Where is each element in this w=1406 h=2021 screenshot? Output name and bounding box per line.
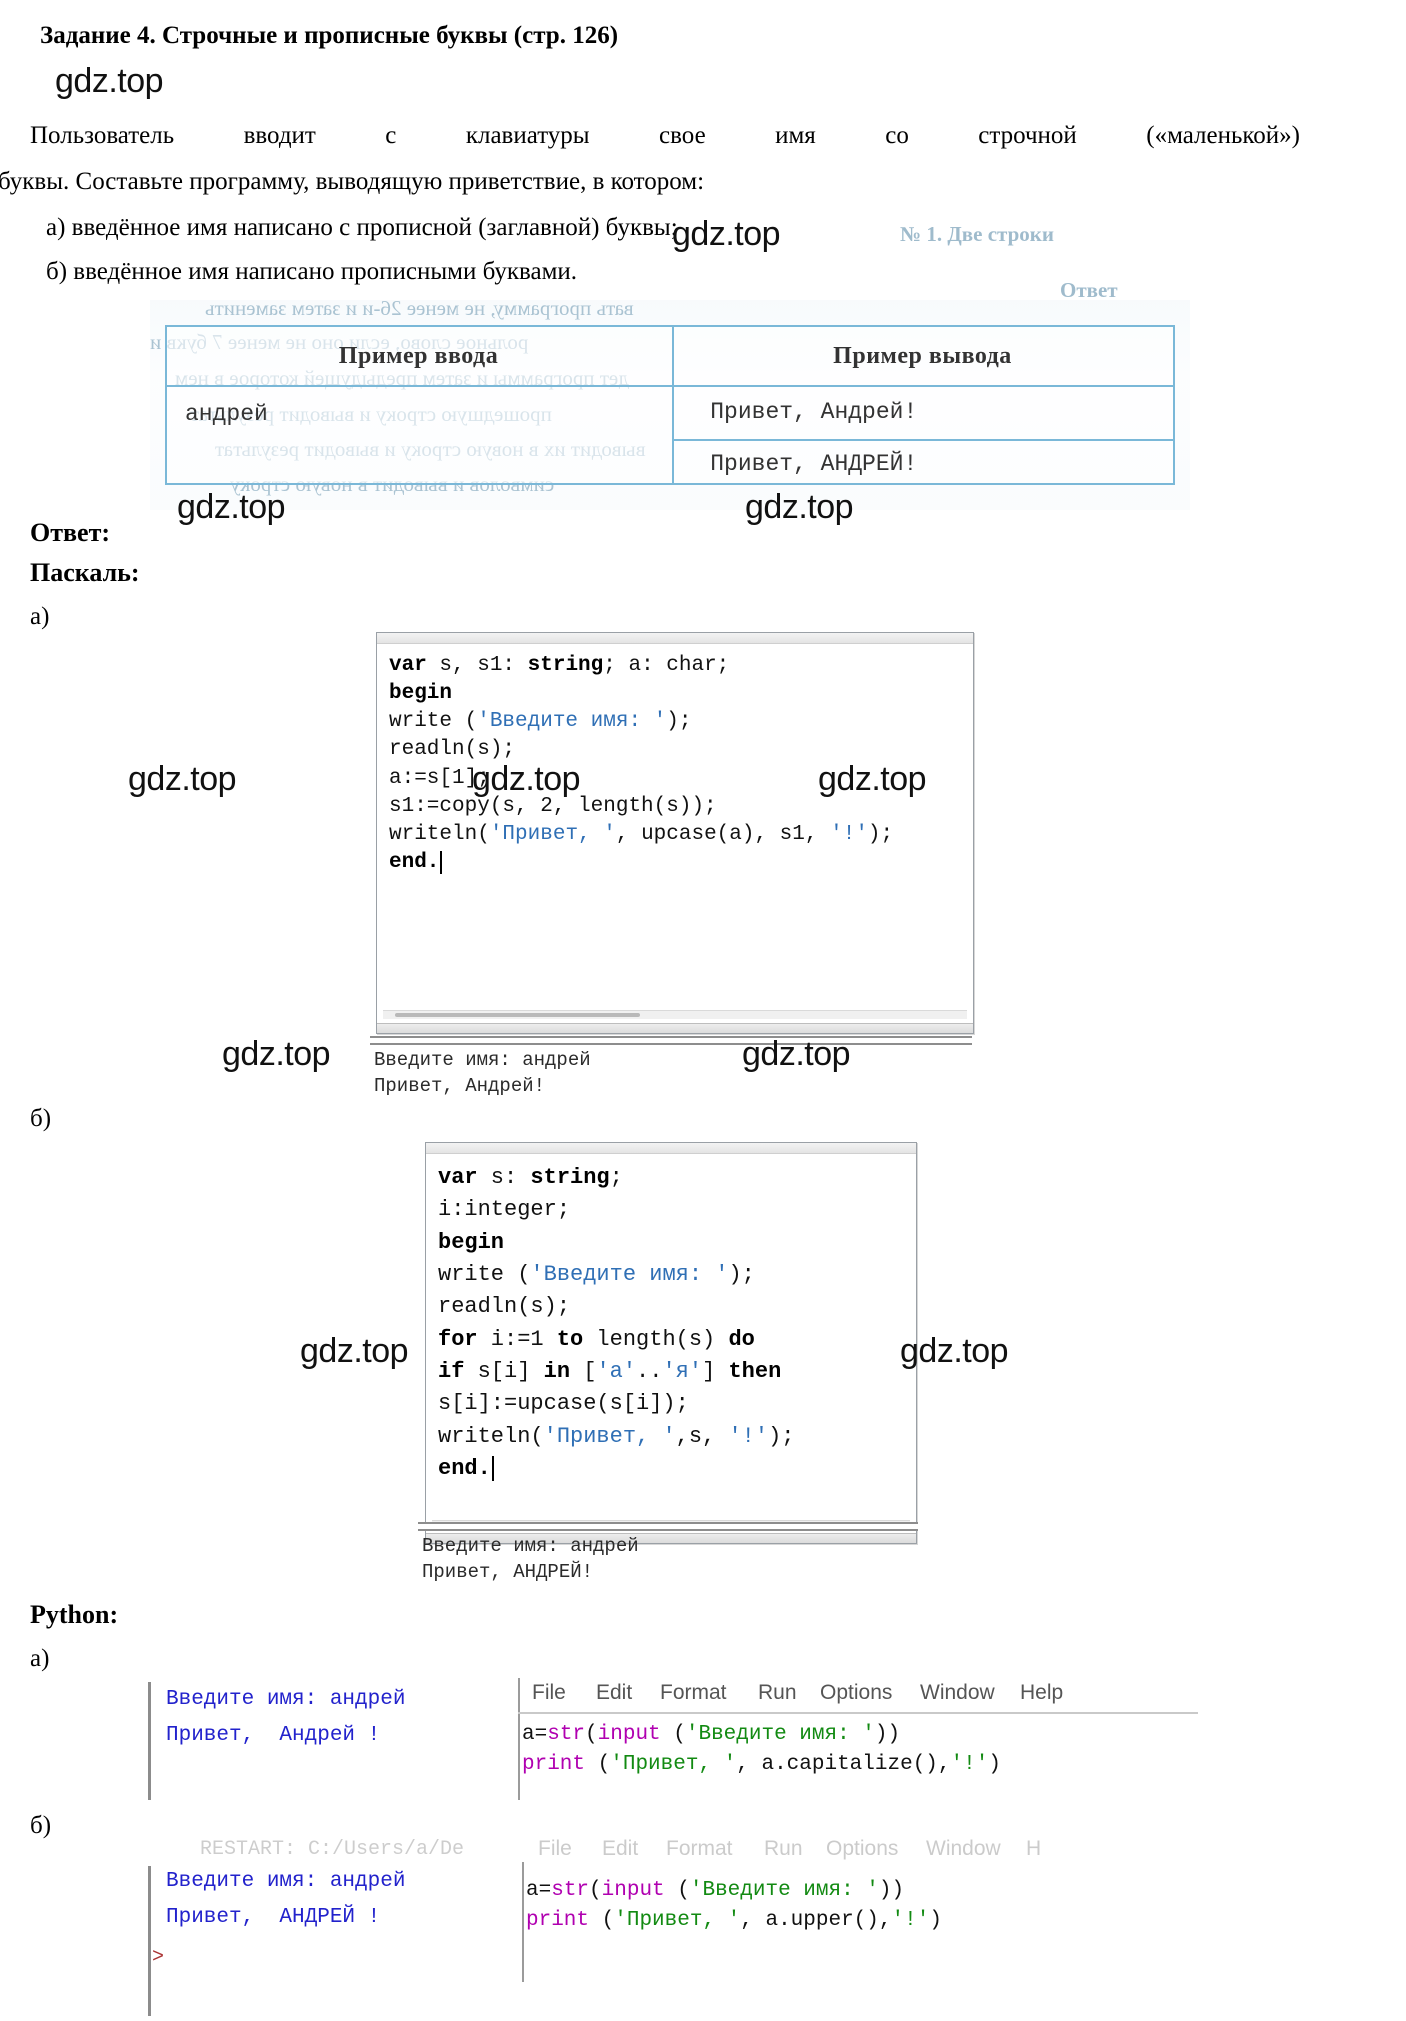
watermark-gdz-top: gdz.top: [222, 1035, 331, 1073]
table-cell-output-1: Привет, Андрей!: [710, 399, 918, 425]
pascal-b-editor-window[interactable]: var s: string; i:integer; begin write ('…: [425, 1142, 917, 1544]
python-label: Python:: [30, 1600, 119, 1629]
python-b-ghost-restart: RESTART: C:/Users/a/De: [200, 1838, 465, 1861]
menu-item-window[interactable]: Window: [920, 1681, 995, 1705]
pascal-label: Паскаль:: [30, 558, 140, 587]
worksheet-page: Задание 4. Строчные и прописные буквы (с…: [0, 0, 1406, 2021]
editor-left-border: [522, 1862, 524, 1982]
python-a-shell-line-2: Привет, Андрей !: [166, 1724, 381, 1747]
python-b-editor[interactable]: a=str(input ('Введите имя: ')) print ('П…: [522, 1862, 1202, 1982]
ghost-heading: Ответ: [1060, 278, 1118, 302]
table-output-row-divider: [672, 439, 1173, 441]
pascal-b-code[interactable]: var s: string; i:integer; begin write ('…: [426, 1154, 916, 1485]
watermark-gdz-top: gdz.top: [128, 760, 237, 798]
table-header-input: Пример ввода: [338, 343, 499, 369]
menu-item-format[interactable]: Format: [660, 1681, 727, 1705]
scrollbar-thumb[interactable]: [395, 1013, 641, 1017]
menu-item-run[interactable]: Run: [764, 1837, 803, 1861]
python-b-code[interactable]: a=str(input ('Введите имя: ')) print ('П…: [526, 1876, 942, 1937]
menu-item-edit[interactable]: Edit: [602, 1837, 638, 1861]
horizontal-scrollbar[interactable]: [383, 1010, 967, 1019]
menu-item-format[interactable]: Format: [666, 1837, 733, 1861]
paragraph-line-1: Пользователь вводит с клавиатуры свое им…: [30, 122, 1300, 149]
window-bottom-bar: [377, 1023, 973, 1033]
python-b-shell-prompt: >: [152, 1946, 165, 1969]
menu-item-help[interactable]: Help: [1020, 1681, 1063, 1705]
watermark-gdz-top: gdz.top: [300, 1332, 409, 1370]
python-a-menubar[interactable]: File Edit Format Run Options Window Help: [518, 1678, 1198, 1714]
python-a-shell-line-1: Введите имя: андрей: [166, 1688, 406, 1711]
console-separator-a: [370, 1036, 972, 1045]
menu-item-options[interactable]: Options: [820, 1681, 892, 1705]
answer-label: Ответ:: [30, 518, 111, 547]
python-a-shell[interactable]: Введите имя: андрей Привет, Андрей !: [148, 1682, 508, 1800]
paragraph-item-a: а) введённое имя написано с прописной (з…: [46, 214, 678, 241]
table-header-output: Пример вывода: [833, 343, 1012, 369]
pascal-a-editor-window[interactable]: var s, s1: string; a: char; begin write …: [376, 632, 974, 1034]
pascal-item-b-label: б): [30, 1105, 52, 1132]
pascal-a-code[interactable]: var s, s1: string; a: char; begin write …: [377, 644, 973, 877]
table-header-divider: [167, 385, 1173, 387]
menu-item-options[interactable]: Options: [826, 1837, 898, 1861]
window-titlebar: [426, 1143, 916, 1154]
python-b-shell-line-2: Привет, АНДРЕЙ !: [166, 1906, 381, 1929]
page-title: Задание 4. Строчные и прописные буквы (с…: [40, 22, 619, 49]
python-b-ghost-restart-row: RESTART: C:/Users/a/De: [200, 1838, 520, 1866]
watermark-gdz-top: gdz.top: [55, 62, 164, 100]
menu-item-window[interactable]: Window: [926, 1837, 1001, 1861]
ghost-heading: № 1. Две строки: [900, 222, 1054, 246]
python-b-ghost-menubar: File Edit Format Run Options Window H: [524, 1834, 1204, 1864]
menu-item-help[interactable]: H: [1026, 1837, 1041, 1861]
menu-item-run[interactable]: Run: [758, 1681, 797, 1705]
pascal-b-console-line-2: Привет, АНДРЕЙ!: [422, 1561, 594, 1583]
menu-item-edit[interactable]: Edit: [596, 1681, 632, 1705]
paragraph-item-b: б) введённое имя написано прописными бук…: [46, 258, 578, 285]
shell-left-border: [148, 1866, 151, 2016]
ghost-text: вать программу, не менее 26-и и затем за…: [205, 296, 634, 320]
example-table: Пример ввода Пример вывода андрей Привет…: [165, 325, 1175, 485]
watermark-gdz-top: gdz.top: [672, 215, 781, 253]
table-cell-output-2: Привет, АНДРЕЙ!: [710, 451, 918, 477]
python-a-code[interactable]: a=str(input ('Введите имя: ')) print ('П…: [522, 1720, 1001, 1781]
paragraph-line-2: буквы. Составьте программу, выводящую пр…: [0, 168, 705, 195]
python-b-shell-line-1: Введите имя: андрей: [166, 1870, 406, 1893]
shell-left-border: [148, 1682, 151, 1800]
python-item-a-label: а): [30, 1645, 50, 1672]
pascal-a-console-line-2: Привет, Андрей!: [374, 1075, 546, 1097]
pascal-item-a-label: а): [30, 603, 50, 630]
python-item-b-label: б): [30, 1812, 52, 1839]
table-cell-input-value: андрей: [185, 401, 268, 427]
pascal-b-console-line-1: Введите имя: андрей: [422, 1535, 639, 1557]
menu-item-file[interactable]: File: [532, 1681, 566, 1705]
python-a-editor[interactable]: File Edit Format Run Options Window Help…: [518, 1678, 1198, 1800]
window-titlebar: [377, 633, 973, 644]
console-separator-b: [418, 1522, 918, 1531]
pascal-a-console-line-1: Введите имя: андрей: [374, 1049, 591, 1071]
python-b-shell[interactable]: Введите имя: андрей Привет, АНДРЕЙ ! >: [148, 1866, 508, 2016]
menu-item-file[interactable]: File: [538, 1837, 572, 1861]
